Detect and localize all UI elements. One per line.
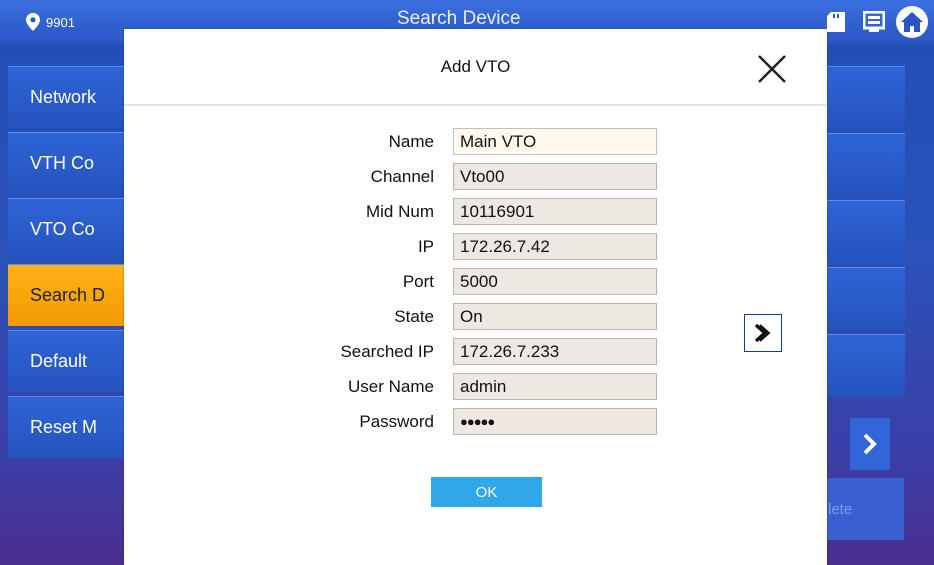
port-field: 5000: [453, 268, 657, 295]
room-number: 9901: [46, 14, 75, 30]
sidebar-item-vto-config[interactable]: VTO Co: [8, 198, 124, 260]
mid-num-field: 10116901: [453, 198, 657, 225]
name-label: Name: [388, 132, 434, 151]
sidebar-item-label: Network: [30, 87, 97, 107]
dialog-title: Add VTO: [440, 57, 511, 76]
settings-sidebar: Network VTH Co VTO Co Search D Default R…: [8, 66, 124, 462]
double-chevron-right-icon: [754, 323, 771, 343]
sidebar-item-label: Search D: [30, 285, 106, 305]
home-icon[interactable]: [896, 6, 928, 38]
delete-button[interactable]: lete: [826, 478, 904, 540]
ip-field: 172.26.7.42: [453, 233, 657, 260]
sidebar-item-label: VTO Co: [30, 219, 95, 239]
top-icons: [820, 6, 928, 38]
searched-ip-label: Searched IP: [340, 342, 434, 361]
device-tile[interactable]: [827, 334, 905, 397]
password-label: Password: [359, 412, 434, 431]
sidebar-item-search-device[interactable]: Search D: [8, 264, 124, 326]
channel-label: Channel: [370, 167, 434, 186]
name-field[interactable]: Main VTO: [453, 128, 657, 155]
user-name-label: User Name: [348, 377, 434, 396]
user-name-field: admin: [453, 373, 657, 400]
password-field: ●●●●●: [453, 408, 657, 435]
device-list-tiles: [827, 66, 905, 401]
close-icon[interactable]: [754, 51, 790, 87]
ok-button[interactable]: OK: [431, 477, 542, 507]
state-label: State: [394, 307, 434, 326]
device-tile[interactable]: [827, 200, 905, 263]
device-tile[interactable]: [827, 133, 905, 196]
sidebar-item-label: VTH Co: [30, 153, 95, 173]
searched-ip-field: 172.26.7.233: [453, 338, 657, 365]
device-tile[interactable]: [827, 66, 905, 129]
room-indicator: 9901: [26, 9, 75, 35]
sidebar-item-reset[interactable]: Reset M: [8, 396, 124, 458]
chevron-right-icon: [863, 433, 877, 455]
location-pin-icon: [26, 13, 40, 31]
monitor-icon[interactable]: [858, 6, 890, 38]
sidebar-item-network[interactable]: Network: [8, 66, 124, 128]
device-tile[interactable]: [827, 267, 905, 330]
ip-label: IP: [417, 237, 434, 256]
screen-title: Search Device: [397, 8, 521, 29]
add-vto-dialog: Add VTO Name Main VTO Channel Vto00 Mid …: [124, 29, 827, 565]
channel-field: Vto00: [453, 163, 657, 190]
app-screen: 9901 Search Device Network VTH Co VTO Co…: [0, 0, 934, 565]
sidebar-item-label: Default: [30, 351, 88, 371]
forward-button[interactable]: [744, 314, 782, 352]
sidebar-item-label: Reset M: [30, 417, 98, 437]
dialog-header: Add VTO: [124, 29, 827, 106]
sidebar-item-default[interactable]: Default: [8, 330, 124, 392]
next-page-button[interactable]: [850, 418, 890, 470]
port-label: Port: [402, 272, 434, 291]
sidebar-item-vth-config[interactable]: VTH Co: [8, 132, 124, 194]
delete-label: lete: [828, 500, 853, 518]
mid-num-label: Mid Num: [365, 202, 434, 221]
state-field: On: [453, 303, 657, 330]
